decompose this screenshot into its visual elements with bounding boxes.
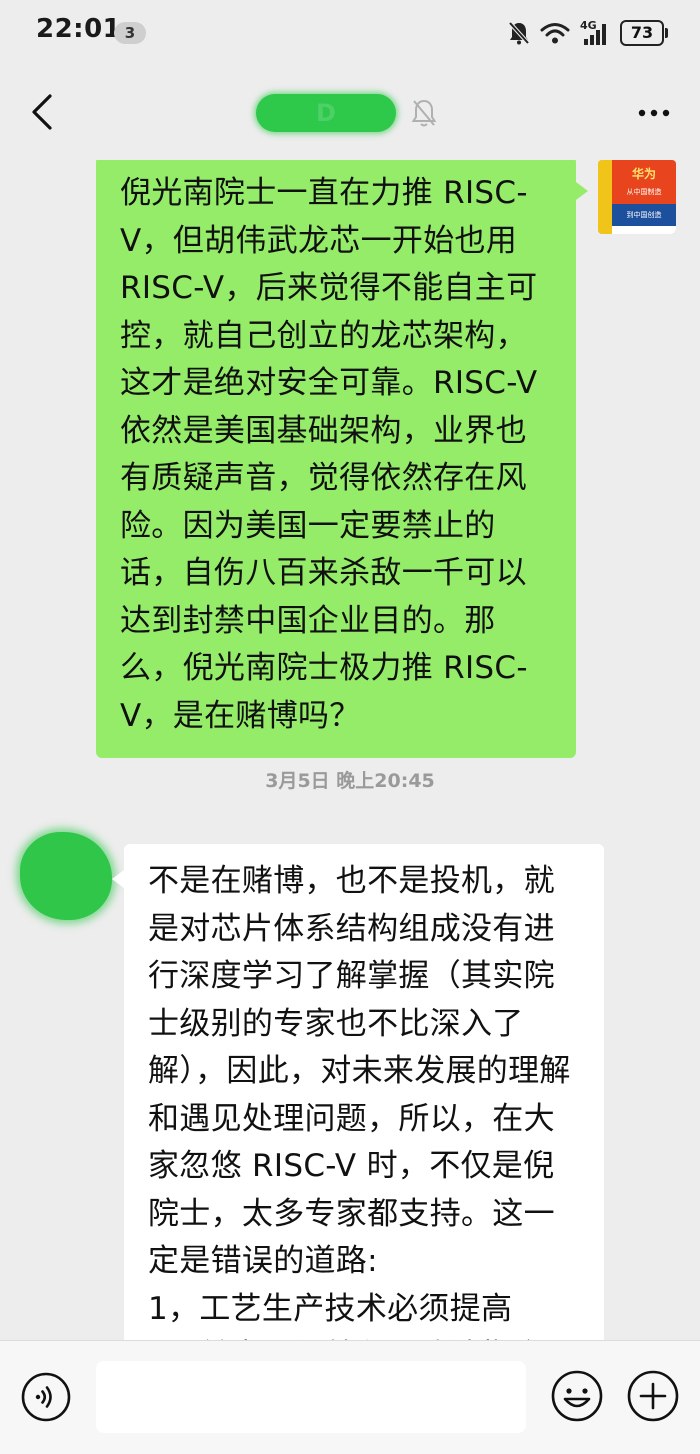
incoming-message-bubble[interactable]: 不是在赌博，也不是投机，就是对芯片体系结构组成没有进行深度学习了解掌握（其实院士… bbox=[112, 844, 604, 1340]
cellular-signal: 4G bbox=[580, 19, 610, 47]
book-subtitle-2: 到中国创造 bbox=[627, 210, 662, 219]
signal-bars-icon bbox=[584, 24, 606, 45]
message-list[interactable]: 倪光南院士一直在力推 RISC-V，但胡伟武龙芯一开始也用RISC-V，后来觉得… bbox=[0, 160, 700, 1340]
contact-name: D bbox=[316, 99, 336, 127]
book-cover-avatar: 华为 从中国制造 到中国创造 bbox=[598, 160, 676, 234]
contact-name-redacted[interactable]: D bbox=[256, 94, 396, 132]
wifi-icon bbox=[540, 23, 570, 44]
voice-icon[interactable] bbox=[20, 1371, 72, 1423]
avatar-peer-redacted[interactable] bbox=[20, 832, 112, 920]
battery-indicator: 73 bbox=[620, 20, 668, 46]
avatar-self[interactable]: 华为 从中国制造 到中国创造 bbox=[598, 160, 676, 234]
chevron-left-icon bbox=[32, 94, 52, 130]
plus-icon[interactable] bbox=[626, 1369, 680, 1423]
more-horizontal-icon[interactable] bbox=[634, 98, 674, 128]
status-bar: 22:01 3 4G 73 bbox=[0, 0, 700, 66]
input-bar bbox=[0, 1340, 700, 1454]
book-subtitle-1: 从中国制造 bbox=[627, 187, 662, 196]
chat-screen: 22:01 3 4G 73 D 倪光南院士一直在力推 RISC-V，但胡伟武龙芯… bbox=[0, 0, 700, 1454]
status-icons: 4G 73 bbox=[508, 16, 668, 50]
status-time: 22:01 bbox=[36, 14, 122, 44]
smile-icon[interactable] bbox=[550, 1369, 604, 1423]
back-button[interactable] bbox=[24, 92, 64, 132]
bell-off-icon bbox=[508, 21, 530, 45]
message-input[interactable] bbox=[96, 1361, 526, 1433]
notification-badge: 3 bbox=[114, 22, 146, 44]
bell-off-icon bbox=[411, 99, 437, 127]
book-title: 华为 bbox=[632, 166, 656, 181]
chat-header: D bbox=[0, 66, 700, 160]
message-timestamp: 3月5日 晚上20:45 bbox=[265, 770, 435, 792]
outgoing-message-bubble[interactable]: 倪光南院士一直在力推 RISC-V，但胡伟武龙芯一开始也用RISC-V，后来觉得… bbox=[96, 160, 588, 758]
